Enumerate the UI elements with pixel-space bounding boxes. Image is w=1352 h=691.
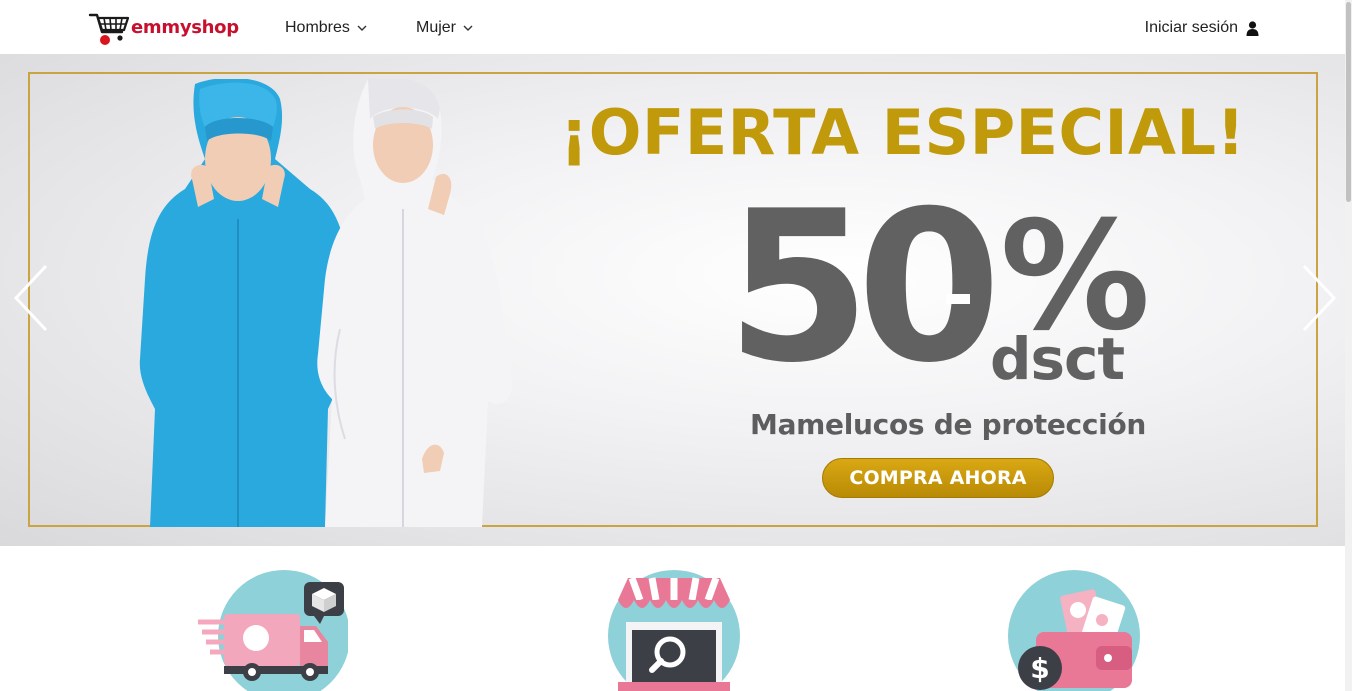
carousel-indicator[interactable]: [946, 294, 970, 304]
brand-logo[interactable]: emmyshop: [88, 10, 239, 46]
shopping-cart-icon: [88, 13, 130, 45]
page-scrollbar[interactable]: [1345, 0, 1352, 691]
carousel-next-icon[interactable]: [1300, 262, 1340, 334]
feature-delivery: [198, 570, 350, 691]
chevron-down-icon: [357, 25, 367, 31]
chevron-down-icon: [463, 25, 473, 31]
nav-item-label: Hombres: [285, 19, 350, 36]
buy-now-button[interactable]: COMPRA AHORA: [822, 458, 1054, 498]
brand-name: emmyshop: [131, 16, 239, 38]
navbar: emmyshop Hombres Mujer Iniciar sesión: [0, 0, 1345, 54]
carousel-prev-icon[interactable]: [10, 262, 50, 334]
discount-number: 50: [726, 167, 1001, 409]
product-subtitle: Mamelucos de protección: [750, 408, 1147, 441]
hero-carousel: ¡OFERTA ESPECIAL! 50 % dsct Mamelucos de…: [0, 54, 1345, 546]
models-coveralls-image: [139, 79, 513, 527]
offer-title: ¡OFERTA ESPECIAL!: [560, 96, 1246, 169]
login-label: Iniciar sesión: [1144, 19, 1238, 36]
nav-item-hombres[interactable]: Hombres: [285, 19, 367, 37]
nav-item-label: Mujer: [416, 19, 457, 36]
discount-suffix: dsct: [990, 325, 1125, 393]
feature-payment: $: [1006, 570, 1156, 691]
svg-text:$: $: [1030, 652, 1049, 685]
store-search-icon: [608, 570, 740, 691]
user-icon: [1246, 20, 1259, 36]
feature-store: [608, 570, 758, 691]
scrollbar-thumb[interactable]: [1346, 2, 1351, 202]
login-link[interactable]: Iniciar sesión: [1145, 19, 1259, 37]
wallet-money-icon: $: [1008, 570, 1140, 691]
delivery-truck-icon: [198, 570, 350, 691]
nav-item-mujer[interactable]: Mujer: [416, 19, 473, 37]
